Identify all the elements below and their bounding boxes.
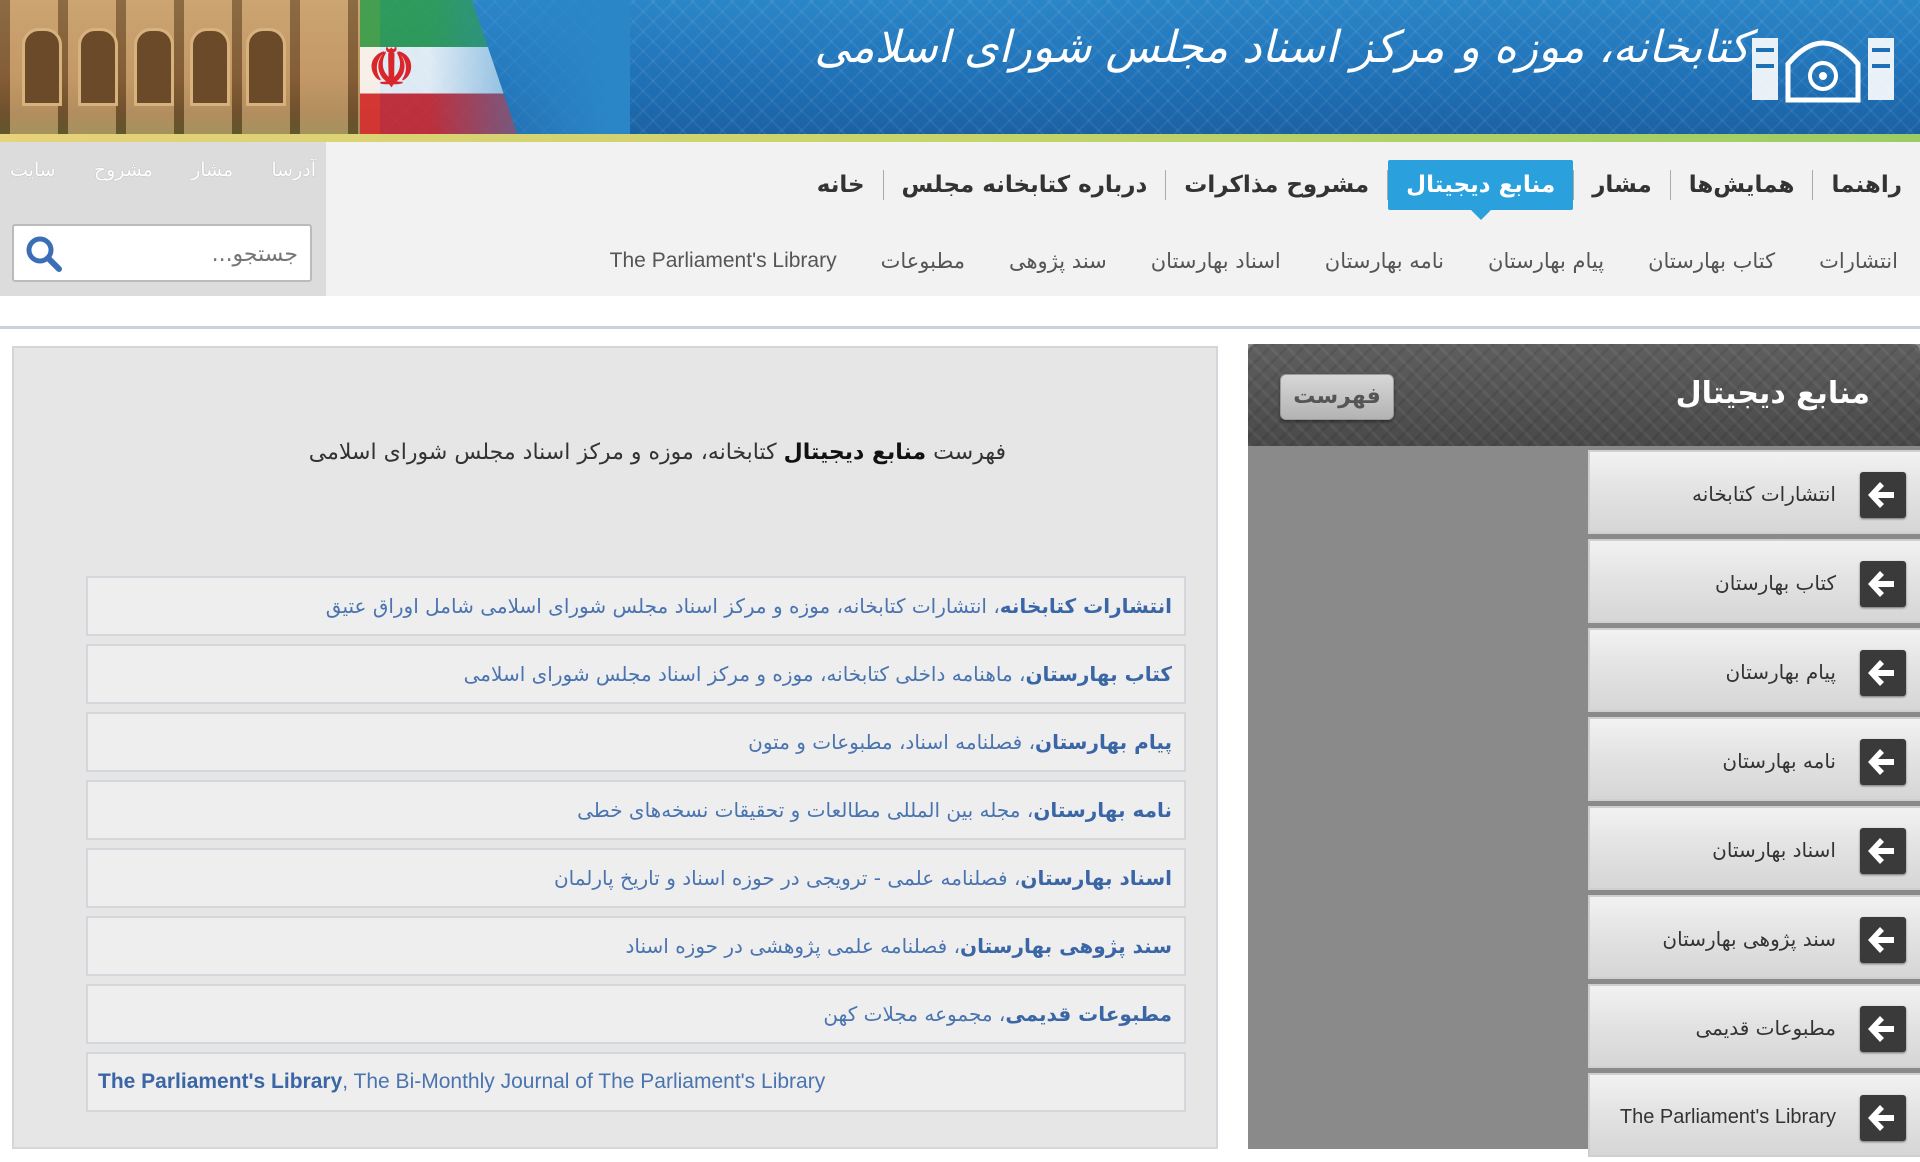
- banner-stripe: [0, 134, 1920, 142]
- subnav-item-sanad-pajouhi[interactable]: سند پژوهی: [987, 238, 1129, 284]
- resource-row[interactable]: انتشارات کتابخانه، انتشارات کتابخانه، مو…: [86, 576, 1186, 636]
- search-icon[interactable]: [24, 234, 64, 274]
- resource-title[interactable]: اسناد بهارستان: [1020, 866, 1172, 890]
- quick-link-mashrouh[interactable]: مشروح: [94, 150, 153, 190]
- sidebar-item-label: کتاب بهارستان: [1715, 571, 1836, 595]
- sidebar-item-label: اسناد بهارستان: [1712, 838, 1836, 862]
- photo-arch: [22, 28, 62, 106]
- menu-button[interactable]: فهرست: [1280, 374, 1394, 420]
- resource-title[interactable]: انتشارات کتابخانه: [1000, 594, 1172, 618]
- arrow-left-icon: [1860, 1095, 1906, 1141]
- quick-link-site[interactable]: سایت: [10, 150, 56, 190]
- resource-title[interactable]: مطبوعات قدیمی: [1005, 1002, 1172, 1026]
- content-panel: فهرست منابع دیجیتال کتابخانه، موزه و مرک…: [12, 346, 1218, 1149]
- resource-row[interactable]: پیام بهارستان، فصلنامه اسناد، مطبوعات و …: [86, 712, 1186, 772]
- arrow-left-icon: [1860, 472, 1906, 518]
- sidebar-item-asnad-baharestan[interactable]: اسناد بهارستان: [1588, 806, 1920, 890]
- sidebar-item-label: سند پژوهی بهارستان: [1662, 927, 1836, 951]
- sub-nav: انتشارات کتاب بهارستان پیام بهارستان نام…: [588, 238, 1920, 284]
- resource-row[interactable]: مطبوعات قدیمی، مجموعه مجلات کهن: [86, 984, 1186, 1044]
- resource-desc: ، انتشارات کتابخانه، موزه و مرکز اسناد م…: [325, 594, 1000, 618]
- resource-row[interactable]: نامه بهارستان، مجله بین المللی مطالعات و…: [86, 780, 1186, 840]
- photo-arch: [78, 28, 118, 106]
- subnav-item-ketab-baharestan[interactable]: کتاب بهارستان: [1626, 238, 1797, 284]
- photo-arch: [190, 28, 230, 106]
- sidebar-list: انتشارات کتابخانه کتاب بهارستان پیام بها…: [1588, 450, 1920, 1162]
- quick-link-mashar[interactable]: مشار: [191, 150, 233, 190]
- resource-row[interactable]: سند پژوهی بهارستان، فصلنامه علمی پژوهشی …: [86, 916, 1186, 976]
- subnav-item-nameh-baharestan[interactable]: نامه بهارستان: [1303, 238, 1466, 284]
- sidebar-item-nameh-baharestan[interactable]: نامه بهارستان: [1588, 717, 1920, 801]
- sidebar-header: منابع دیجیتال فهرست: [1248, 344, 1920, 446]
- resource-title[interactable]: پیام بهارستان: [1035, 730, 1172, 754]
- arrow-left-icon: [1860, 561, 1906, 607]
- nav-item-digital-resources[interactable]: منابع دیجیتال: [1388, 160, 1574, 220]
- resource-row[interactable]: کتاب بهارستان، ماهنامه داخلی کتابخانه، م…: [86, 644, 1186, 704]
- quick-links: آدرسا مشار مشروح سایت: [0, 150, 326, 190]
- subnav-item-press[interactable]: مطبوعات: [859, 238, 987, 284]
- arrow-left-icon: [1860, 828, 1906, 874]
- nav-item-mashar[interactable]: مشار: [1574, 160, 1670, 210]
- photo-arch: [246, 28, 286, 106]
- search-input[interactable]: [76, 226, 300, 282]
- resource-desc: ، فصلنامه علمی - ترویجی در حوزه اسناد و …: [553, 866, 1021, 890]
- sidebar-item-old-press[interactable]: مطبوعات قدیمی: [1588, 984, 1920, 1068]
- quick-link-adrasa[interactable]: آدرسا: [271, 150, 316, 190]
- sidebar-item-label: The Parliament's Library: [1619, 1106, 1836, 1128]
- arrow-left-icon: [1860, 917, 1906, 963]
- banner-fade: [430, 0, 630, 142]
- search-box: [12, 224, 312, 282]
- nav-item-about[interactable]: درباره کتابخانه مجلس: [884, 160, 1166, 210]
- nav-divider: [0, 326, 1920, 329]
- intro-text: فهرست منابع دیجیتال کتابخانه، موزه و مرک…: [309, 440, 1006, 465]
- resource-row[interactable]: The Parliament's Library, The Bi-Monthly…: [86, 1052, 1186, 1112]
- resource-desc: ، ماهنامه داخلی کتابخانه، موزه و مرکز اس…: [463, 662, 1026, 686]
- subnav-item-parliaments-library[interactable]: The Parliament's Library: [588, 238, 859, 284]
- nav-item-conferences[interactable]: همایش‌ها: [1671, 160, 1813, 210]
- parliament-building-icon[interactable]: [1748, 24, 1898, 104]
- resource-desc: ، مجله بین المللی مطالعات و تحقیقات نسخه…: [577, 798, 1034, 822]
- banner-building-photo: [0, 0, 380, 142]
- main-nav: خانه درباره کتابخانه مجلس مشروح مذاکرات …: [799, 160, 1920, 220]
- subnav-item-publications[interactable]: انتشارات: [1797, 238, 1920, 284]
- arrow-left-icon: [1860, 739, 1906, 785]
- arrow-left-icon: [1860, 1006, 1906, 1052]
- nav-item-guide[interactable]: راهنما: [1813, 160, 1920, 210]
- resource-desc: , The Bi-Monthly Journal of The Parliame…: [342, 1070, 826, 1093]
- intro-suffix: کتابخانه، موزه و مرکز اسناد مجلس شورای ا…: [308, 440, 777, 465]
- nav-item-home[interactable]: خانه: [799, 160, 883, 210]
- arrow-left-icon: [1860, 650, 1906, 696]
- photo-arch: [134, 28, 174, 106]
- resource-title[interactable]: کتاب بهارستان: [1025, 662, 1172, 686]
- sidebar-item-label: نامه بهارستان: [1722, 749, 1836, 773]
- intro-prefix: فهرست: [933, 440, 1006, 465]
- nav-item-debates[interactable]: مشروح مذاکرات: [1166, 160, 1387, 210]
- sidebar-item-label: انتشارات کتابخانه: [1691, 482, 1836, 506]
- resource-desc: ، فصلنامه اسناد، مطبوعات و متون: [748, 730, 1036, 754]
- resource-list: انتشارات کتابخانه، انتشارات کتابخانه، مو…: [86, 576, 1186, 1120]
- intro-bold: منابع دیجیتال: [783, 440, 927, 465]
- sidebar-item-library-publications[interactable]: انتشارات کتابخانه: [1588, 450, 1920, 534]
- resource-desc: ، فصلنامه علمی پژوهشی در حوزه اسناد: [625, 934, 961, 958]
- sidebar-item-sanad-pajouhi[interactable]: سند پژوهی بهارستان: [1588, 895, 1920, 979]
- resource-title[interactable]: نامه بهارستان: [1033, 798, 1172, 822]
- resource-title[interactable]: سند پژوهی بهارستان: [960, 934, 1172, 958]
- subnav-item-payam-baharestan[interactable]: پیام بهارستان: [1466, 238, 1626, 284]
- subnav-item-asnad-baharestan[interactable]: اسناد بهارستان: [1129, 238, 1303, 284]
- site-banner: ☫ کتابخانه، موزه و مرکز اسناد مجلس شورای…: [0, 0, 1920, 142]
- resource-title[interactable]: The Parliament's Library: [98, 1070, 342, 1093]
- sidebar-item-payam-baharestan[interactable]: پیام بهارستان: [1588, 628, 1920, 712]
- sidebar: منابع دیجیتال فهرست انتشارات کتابخانه کت…: [1248, 344, 1920, 1157]
- sidebar-item-ketab-baharestan[interactable]: کتاب بهارستان: [1588, 539, 1920, 623]
- sidebar-item-label: مطبوعات قدیمی: [1695, 1016, 1836, 1040]
- sidebar-title: منابع دیجیتال: [1675, 376, 1870, 411]
- iran-emblem-icon: ☫: [368, 38, 415, 99]
- sidebar-item-label: پیام بهارستان: [1725, 660, 1836, 684]
- site-logo-text[interactable]: کتابخانه، موزه و مرکز اسناد مجلس شورای ا…: [814, 22, 1751, 73]
- sidebar-item-parliaments-library[interactable]: The Parliament's Library: [1588, 1073, 1920, 1157]
- resource-desc: ، مجموعه مجلات کهن: [823, 1002, 1006, 1026]
- resource-row[interactable]: اسناد بهارستان، فصلنامه علمی - ترویجی در…: [86, 848, 1186, 908]
